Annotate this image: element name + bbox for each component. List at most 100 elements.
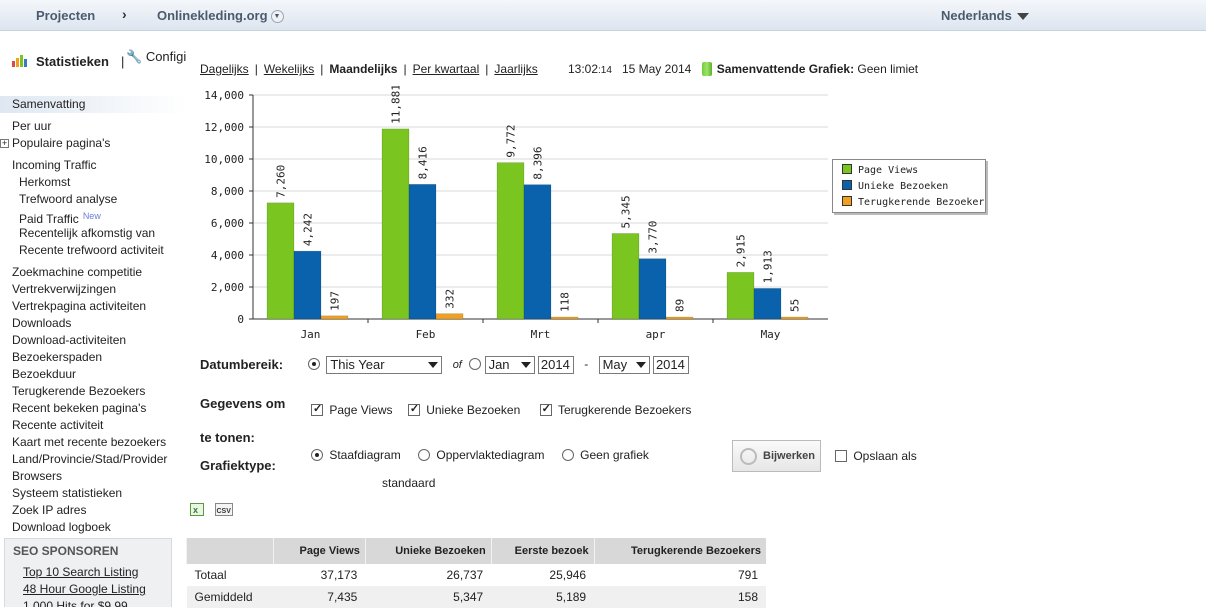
data-label: 5,345 bbox=[620, 195, 633, 228]
dropdown-arrow-icon bbox=[635, 362, 646, 368]
to-month-value: May bbox=[602, 357, 628, 372]
sponsor-link[interactable]: 48 Hour Google Listing bbox=[13, 581, 163, 598]
wrench-icon: 🔧 bbox=[126, 49, 143, 64]
pageviews-checkbox[interactable] bbox=[311, 402, 323, 416]
data-label: 1,913 bbox=[762, 250, 775, 283]
sponsor-link[interactable]: Top 10 Search Listing bbox=[13, 564, 163, 581]
sidebar-item-vertrekverwijzingen[interactable]: Vertrekverwijzingen bbox=[0, 281, 186, 298]
sidebar-item-terugkerende-bezoekers[interactable]: Terugkerende Bezoekers bbox=[0, 383, 186, 400]
expand-plus-icon[interactable]: + bbox=[0, 139, 9, 148]
area-chart-radio[interactable] bbox=[418, 449, 431, 461]
of-label: of bbox=[452, 359, 462, 372]
from-month-value: Jan bbox=[488, 357, 510, 372]
projects-link[interactable]: Projecten bbox=[36, 8, 95, 23]
bar bbox=[496, 162, 525, 320]
sidebar-item-per-uur[interactable]: Per uur bbox=[0, 118, 186, 135]
configuration-tab[interactable]: 🔧 Configi bbox=[126, 49, 186, 65]
language-selector[interactable]: Nederlands bbox=[941, 8, 1029, 23]
to-month-select[interactable]: May bbox=[598, 356, 650, 374]
data-label: 3,770 bbox=[647, 221, 660, 254]
sidebar-item-browsers[interactable]: Browsers bbox=[0, 468, 186, 485]
pageviews-checkbox-label: Page Views bbox=[329, 403, 393, 417]
save-as-checkbox[interactable] bbox=[835, 450, 847, 462]
data-label: 9,772 bbox=[505, 125, 518, 158]
sidebar-item-herkomst[interactable]: Herkomst bbox=[0, 174, 186, 191]
tab-monthly[interactable]: Maandelijks bbox=[329, 62, 397, 76]
bar bbox=[780, 316, 809, 320]
sidebar-item-kaart[interactable]: Kaart met recente bezoekers bbox=[0, 434, 186, 451]
pipe-separator: | bbox=[320, 62, 324, 76]
sidebar-nav: Samenvatting Per uur + Populaire pagina's… bbox=[0, 96, 186, 536]
sidebar-item-recente-trefwoord[interactable]: Recente trefwoord activiteit bbox=[0, 242, 186, 259]
table-cell: 25,946 bbox=[549, 568, 587, 582]
sidebar-item-vertrekpagina[interactable]: Vertrekpagina activiteiten bbox=[0, 298, 186, 315]
sidebar-item-downloads[interactable]: Downloads bbox=[0, 315, 186, 332]
sidebar-item-populaire-paginas[interactable]: + Populaire pagina's bbox=[0, 135, 186, 152]
legend-item: Unieke Bezoeken bbox=[842, 179, 985, 195]
sidebar-item-recentelijk-afkomstig[interactable]: Recentelijk afkomstig van bbox=[0, 225, 186, 242]
sidebar-item-trefwoord-analyse[interactable]: Trefwoord analyse bbox=[0, 191, 186, 208]
from-month-select[interactable]: Jan bbox=[484, 356, 535, 374]
tab-weekly[interactable]: Wekelijks bbox=[264, 62, 314, 76]
data-label: 7,260 bbox=[275, 165, 288, 198]
area-chart-radio-label: Oppervlaktediagram bbox=[436, 448, 545, 462]
sidebar-item-zoek-ip[interactable]: Zoek IP adres bbox=[0, 502, 186, 519]
range-custom-radio[interactable] bbox=[469, 358, 482, 371]
bar bbox=[320, 315, 349, 320]
current-time: 13:02 bbox=[568, 62, 599, 76]
date-range-row: Datumbereik: bbox=[200, 357, 283, 372]
no-chart-radio[interactable] bbox=[561, 449, 574, 461]
sidebar-item-download-activiteiten[interactable]: Download-activiteiten bbox=[0, 332, 186, 349]
tab-daily[interactable]: Dagelijks bbox=[200, 62, 249, 76]
range-preset-radio[interactable] bbox=[308, 358, 320, 371]
table-cell: 7,435 bbox=[273, 586, 366, 608]
graph-type-label: Grafiektype: bbox=[200, 458, 276, 473]
dropdown-arrow-icon bbox=[428, 362, 439, 368]
legend-label: Unieke Bezoeken bbox=[858, 181, 949, 192]
sidebar-item-samenvatting[interactable]: Samenvatting bbox=[0, 96, 186, 113]
statistics-tab[interactable]: Statistieken | bbox=[12, 53, 132, 69]
from-year-input[interactable]: 2014 bbox=[537, 356, 574, 374]
sidebar-item-zoekmachine-competitie[interactable]: Zoekmachine competitie bbox=[0, 264, 186, 281]
site-name: Onlinekleding.org bbox=[157, 8, 268, 23]
pipe-separator: | bbox=[485, 62, 489, 76]
language-name: Nederlands bbox=[941, 8, 1012, 23]
sidebar-item-recente-activiteit[interactable]: Recente activiteit bbox=[0, 417, 186, 434]
to-year-input[interactable]: 2014 bbox=[652, 356, 689, 374]
legend-label: Terugkerende Bezoekers bbox=[858, 197, 986, 208]
sidebar-item-bezoekerspaden[interactable]: Bezoekerspaden bbox=[0, 349, 186, 366]
date-range-label: Datumbereik: bbox=[200, 357, 284, 372]
standard-label: standaard bbox=[382, 476, 436, 490]
sidebar-item-paid-traffic[interactable]: Paid Traffic New bbox=[0, 208, 186, 226]
sidebar-item-bezoekduur[interactable]: Bezoekduur bbox=[0, 366, 186, 383]
csv-export-icon[interactable]: CSV bbox=[215, 503, 233, 517]
sidebar-item-recent-bekeken[interactable]: Recent bekeken pagina's bbox=[0, 400, 186, 417]
unique-checkbox[interactable] bbox=[407, 402, 420, 416]
bar bbox=[753, 288, 782, 320]
no-chart-radio-label: Geen grafiek bbox=[580, 448, 649, 462]
sidebar-item-land[interactable]: Land/Provincie/Stad/Provider bbox=[0, 451, 186, 468]
excel-export-icon[interactable]: x bbox=[190, 503, 206, 517]
data-label: 118 bbox=[559, 292, 572, 312]
y-tick-label: 10,000 bbox=[204, 153, 244, 166]
x-tick-label: apr bbox=[646, 328, 666, 341]
data-to-show-label-2: te tonen: bbox=[200, 430, 255, 445]
returning-checkbox[interactable] bbox=[539, 402, 552, 416]
sidebar-item-systeem[interactable]: Systeem statistieken bbox=[0, 485, 186, 502]
table-header bbox=[186, 538, 274, 564]
data-to-show-label-block: Gegevens om te tonen: bbox=[200, 387, 285, 455]
update-button[interactable]: Bijwerken bbox=[732, 440, 821, 472]
tab-yearly[interactable]: Jaarlijks bbox=[494, 62, 537, 76]
y-tick-label: 14,000 bbox=[204, 89, 244, 102]
table-header: Eerste bezoek bbox=[490, 538, 595, 564]
sidebar-item-incoming-traffic[interactable]: Incoming Traffic bbox=[0, 157, 186, 174]
sidebar-item-download-logboek[interactable]: Download logboek bbox=[0, 519, 186, 536]
svg-text:x: x bbox=[193, 505, 198, 515]
range-preset-select[interactable]: This Year bbox=[326, 356, 443, 374]
site-selector[interactable]: Onlinekleding.org ▼ bbox=[157, 8, 284, 24]
data-label: 197 bbox=[329, 291, 342, 311]
tab-quarterly[interactable]: Per kwartaal bbox=[413, 62, 480, 76]
data-to-show-label-1: Gegevens om bbox=[200, 396, 286, 411]
sponsor-link[interactable]: 1,000 Hits for $9.99 bbox=[13, 598, 163, 607]
bar-chart-radio[interactable] bbox=[311, 449, 323, 461]
